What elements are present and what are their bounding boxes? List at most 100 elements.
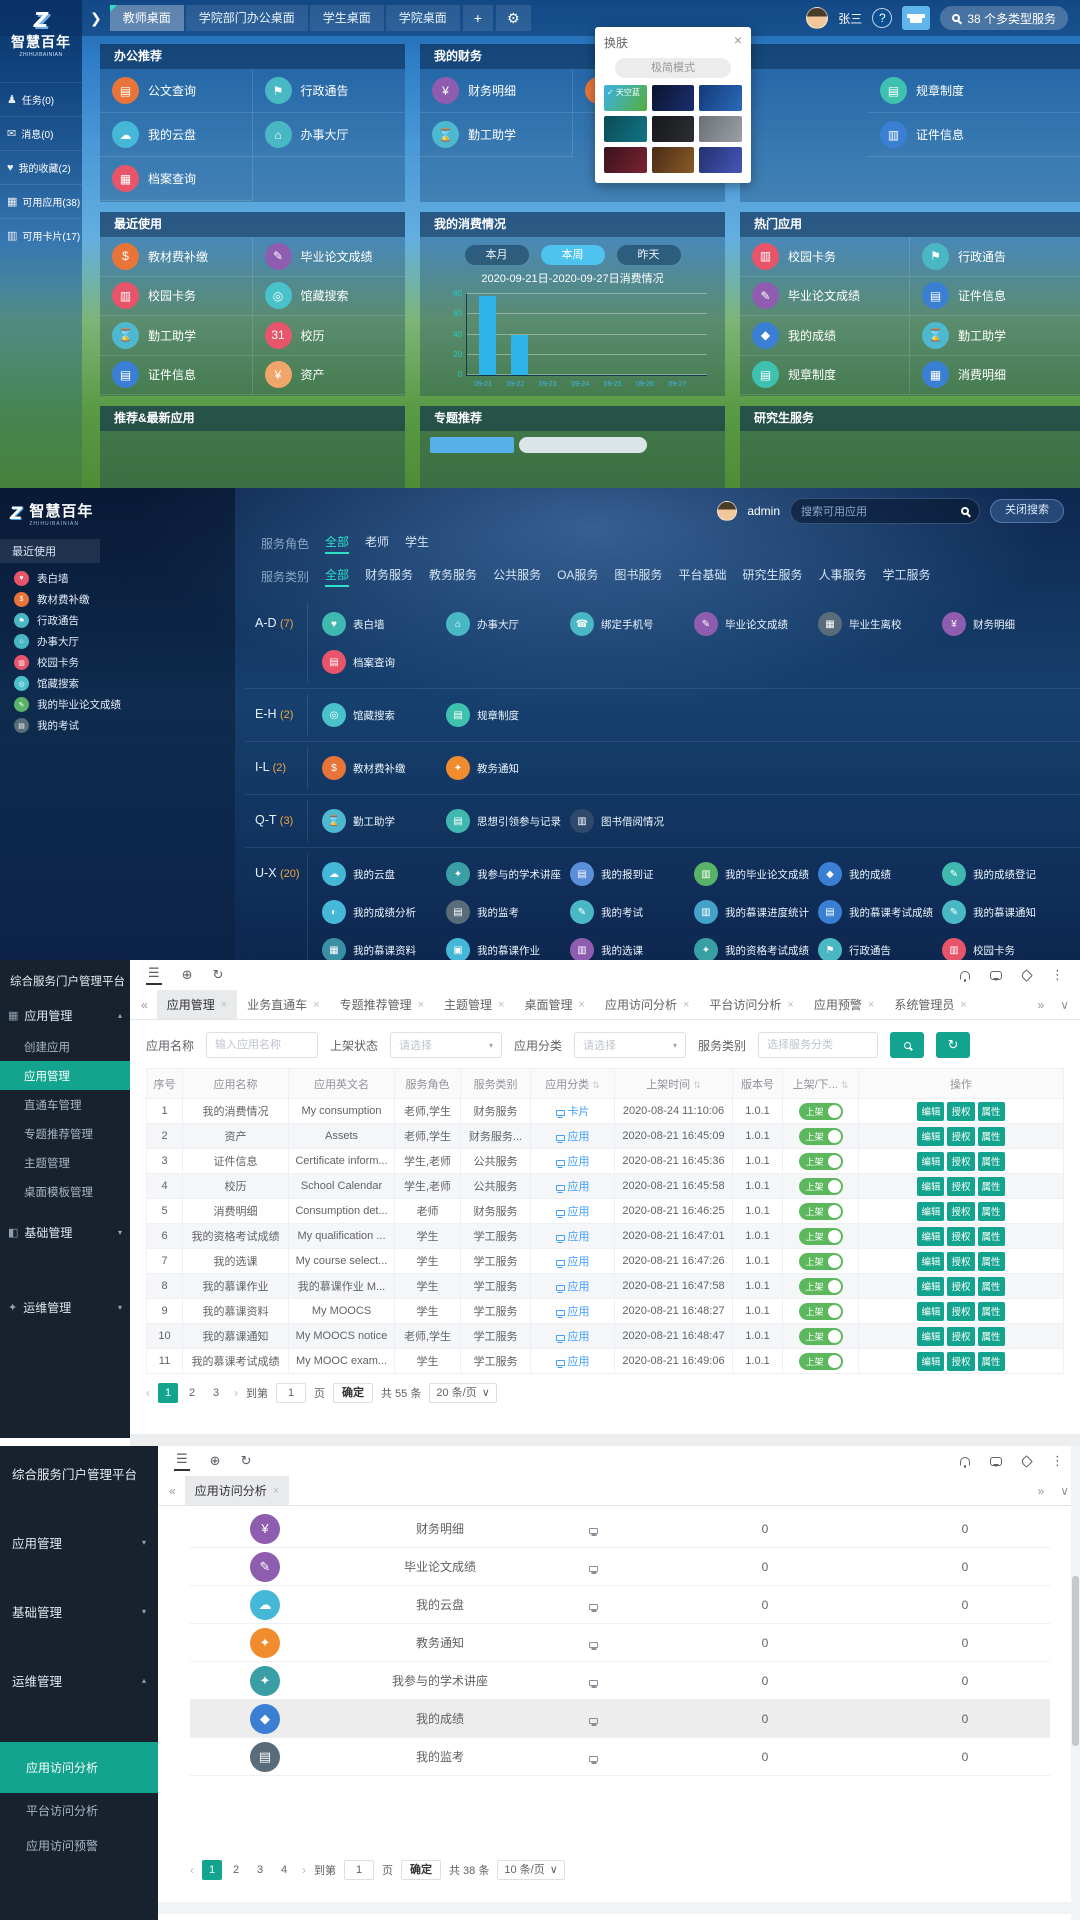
class-link[interactable]: 应用	[531, 1349, 615, 1374]
class-select[interactable]: 请选择▾	[574, 1032, 686, 1058]
app-tile[interactable]: ⌂办事大厅	[442, 605, 566, 643]
close-icon[interactable]: ×	[498, 999, 504, 1011]
recent-item[interactable]: $ 教材费补缴	[0, 589, 235, 610]
close-icon[interactable]: ×	[960, 999, 966, 1011]
column-header[interactable]: 应用分类 ⇅	[531, 1069, 615, 1099]
close-icon[interactable]: ×	[313, 999, 319, 1011]
more-icon[interactable]: ⋮	[1051, 967, 1064, 983]
globe-icon[interactable]: ⊕	[210, 1453, 221, 1469]
collapse-right-icon[interactable]: »	[1031, 1484, 1052, 1498]
theme-thumb[interactable]	[652, 147, 695, 173]
workspace-tab[interactable]: 系统管理员×	[884, 990, 976, 1019]
app-tile[interactable]: ✎我的成绩登记	[938, 855, 1062, 893]
globe-icon[interactable]: ⊕	[182, 967, 193, 983]
theme-thumb[interactable]	[604, 147, 647, 173]
menu-group[interactable]: 应用管理▾	[0, 1519, 158, 1566]
refresh-icon[interactable]: ↻	[241, 1453, 252, 1469]
sidebar-item[interactable]: ▥ 可用卡片(17)	[0, 218, 82, 252]
publish-toggle[interactable]: 上架	[799, 1253, 843, 1270]
theme-thumb[interactable]	[652, 85, 695, 111]
app-tile[interactable]: ✎我的慕课通知	[938, 893, 1062, 931]
publish-toggle[interactable]: 上架	[799, 1128, 843, 1145]
app-tile[interactable]: ▤规章制度	[442, 696, 566, 734]
analysis-row[interactable]: ✎ 毕业论文成绩 0 0	[190, 1548, 1050, 1586]
topic-thumb[interactable]	[519, 437, 647, 453]
app-tile[interactable]: ✎ 毕业论文成绩	[253, 237, 406, 277]
submenu-item[interactable]: 直通车管理	[0, 1090, 130, 1119]
app-tile[interactable]: ▤我的监考	[442, 893, 566, 931]
service-type-input[interactable]	[758, 1032, 878, 1058]
search-button[interactable]	[890, 1032, 924, 1058]
app-tile[interactable]: ☁我的云盘	[318, 855, 442, 893]
authorize-button[interactable]: 授权	[947, 1302, 974, 1321]
attribute-button[interactable]: 属性	[978, 1277, 1005, 1296]
class-link[interactable]: 应用	[531, 1149, 615, 1174]
next-page-icon[interactable]: ›	[302, 1863, 306, 1877]
authorize-button[interactable]: 授权	[947, 1252, 974, 1271]
page-input[interactable]: 1	[276, 1383, 306, 1403]
theme-thumb[interactable]	[604, 116, 647, 142]
bell-icon[interactable]	[960, 971, 970, 980]
filter-option[interactable]: 公共服务	[493, 566, 541, 587]
authorize-button[interactable]: 授权	[947, 1327, 974, 1346]
collapse-left-icon[interactable]: «	[162, 1484, 183, 1498]
app-tile[interactable]: ⌛ 勤工助学	[910, 316, 1080, 356]
column-header[interactable]: 操作 ⇅	[859, 1069, 1064, 1099]
class-link[interactable]: 应用	[531, 1324, 615, 1349]
edit-button[interactable]: 编辑	[917, 1227, 944, 1246]
edit-button[interactable]: 编辑	[917, 1127, 944, 1146]
menu-basic-management[interactable]: ◧ 基础管理▾	[0, 1216, 130, 1249]
filter-option[interactable]: 学生	[405, 533, 429, 554]
app-tile[interactable]: ▤ 规章制度	[740, 356, 910, 396]
app-tile[interactable]: ☁ 我的云盘	[100, 113, 253, 157]
desktop-tab[interactable]: 学生桌面	[310, 5, 384, 31]
workspace-tab[interactable]: 应用访问分析×	[595, 990, 699, 1019]
close-icon[interactable]: ×	[579, 999, 585, 1011]
tag-icon[interactable]	[1020, 969, 1033, 982]
app-tile[interactable]: ▤我的报到证	[566, 855, 690, 893]
filter-option[interactable]: 图书服务	[614, 566, 662, 587]
submenu-item[interactable]: 应用管理	[0, 1061, 130, 1090]
desktop-tab[interactable]: 学院部门办公桌面	[186, 5, 308, 31]
period-button[interactable]: 昨天	[617, 245, 681, 265]
page-number[interactable]: 3	[206, 1383, 226, 1403]
app-tile[interactable]: ▤我的慕课考试成绩	[814, 893, 938, 931]
workspace-tab[interactable]: 桌面管理×	[515, 990, 595, 1019]
app-tile[interactable]: ◆ 我的成绩	[740, 316, 910, 356]
publish-toggle[interactable]: 上架	[799, 1103, 843, 1120]
app-tile[interactable]: ☎绑定手机号	[566, 605, 690, 643]
column-header[interactable]: 上架/下... ⇅	[783, 1069, 859, 1099]
prev-page-icon[interactable]: ‹	[190, 1863, 194, 1877]
app-tile[interactable]: $ 教材费补缴	[100, 237, 253, 277]
app-tile[interactable]: ¥ 资产	[253, 356, 406, 396]
attribute-button[interactable]: 属性	[978, 1102, 1005, 1121]
workspace-tab[interactable]: 业务直通车×	[237, 990, 329, 1019]
service-search[interactable]: 38 个多类型服务	[940, 6, 1068, 30]
submenu-item[interactable]: 专题推荐管理	[0, 1119, 130, 1148]
page-size-select[interactable]: 10 条/页∨	[497, 1860, 564, 1880]
publish-toggle[interactable]: 上架	[799, 1328, 843, 1345]
close-icon[interactable]: ×	[683, 999, 689, 1011]
horizontal-scrollbar[interactable]	[158, 1902, 1071, 1914]
authorize-button[interactable]: 授权	[947, 1127, 974, 1146]
publish-toggle[interactable]: 上架	[799, 1153, 843, 1170]
class-link[interactable]: 应用	[531, 1299, 615, 1324]
app-tile[interactable]: ▤档案查询	[318, 643, 442, 681]
page-number[interactable]: 2	[226, 1860, 246, 1880]
attribute-button[interactable]: 属性	[978, 1327, 1005, 1346]
table-row[interactable]: 9 我的慕课资料 My MOOCS 学生 学工服务 应用 2020-08-21 …	[147, 1299, 1064, 1324]
gear-icon[interactable]: ⚙	[496, 5, 531, 31]
app-tile[interactable]: ✦我参与的学术讲座	[442, 855, 566, 893]
attribute-button[interactable]: 属性	[978, 1127, 1005, 1146]
app-tile[interactable]: ▥我的慕课进度统计	[690, 893, 814, 931]
edit-button[interactable]: 编辑	[917, 1327, 944, 1346]
next-page-icon[interactable]: ›	[234, 1386, 238, 1400]
recent-item[interactable]: ◎ 馆藏搜索	[0, 673, 235, 694]
desktop-tab[interactable]: 学院桌面	[386, 5, 460, 31]
expand-arrow-icon[interactable]: ❯	[90, 10, 102, 27]
close-icon[interactable]: ×	[734, 34, 742, 51]
workspace-tab[interactable]: 专题推荐管理×	[330, 990, 434, 1019]
app-name-input[interactable]	[206, 1032, 318, 1058]
publish-toggle[interactable]: 上架	[799, 1278, 843, 1295]
app-tile[interactable]: ⌛ 勤工助学	[100, 316, 253, 356]
